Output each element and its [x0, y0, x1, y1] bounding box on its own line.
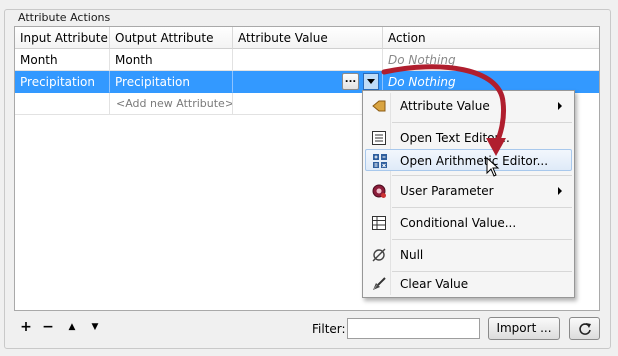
empty-cell	[15, 93, 110, 115]
menu-item-conditional-value[interactable]: Conditional Value...	[365, 212, 572, 234]
submenu-arrow-icon	[558, 187, 562, 195]
menu-item-clear-value[interactable]: Clear Value	[365, 273, 572, 295]
value-dropdown-button[interactable]	[363, 73, 379, 90]
add-row-button[interactable]: +	[17, 318, 35, 336]
menu-item-attribute-value[interactable]: Attribute Value	[365, 95, 572, 117]
empty-cell	[233, 93, 383, 115]
menu-separator	[392, 239, 572, 240]
output-attribute-cell[interactable]: Month	[110, 49, 233, 71]
filter-input[interactable]	[347, 318, 480, 339]
attribute-value-context-menu: Attribute Value Open Text Editor... Open…	[362, 90, 575, 298]
group-title: Attribute Actions	[15, 11, 114, 24]
refresh-button[interactable]	[569, 317, 600, 340]
value-ellipsis-button[interactable]: ...	[342, 73, 359, 90]
menu-item-label: Open Arithmetic Editor...	[400, 154, 549, 168]
remove-row-button[interactable]: −	[39, 318, 57, 336]
text-editor-icon	[372, 131, 386, 145]
submenu-arrow-icon	[558, 102, 562, 110]
attribute-value-icon	[372, 100, 386, 112]
header-output-attribute[interactable]: Output Attribute	[110, 27, 233, 49]
menu-item-label: Attribute Value	[400, 99, 490, 113]
mouse-cursor-icon	[486, 157, 500, 177]
move-down-button[interactable]: ▼	[86, 318, 104, 336]
filter-label: Filter:	[312, 322, 346, 336]
menu-item-label: Open Text Editor...	[400, 131, 510, 145]
clear-value-icon	[373, 277, 386, 290]
menu-item-user-parameter[interactable]: User Parameter	[365, 180, 572, 202]
attribute-value-cell[interactable]	[233, 71, 383, 93]
action-cell[interactable]: Do Nothing	[383, 49, 599, 71]
attribute-value-cell[interactable]	[233, 49, 383, 71]
conditional-value-icon	[372, 216, 386, 230]
add-new-attribute-cell[interactable]: <Add new Attribute>	[110, 93, 233, 115]
menu-item-null[interactable]: Null	[365, 244, 572, 266]
arithmetic-editor-icon	[373, 154, 387, 168]
header-attribute-value[interactable]: Attribute Value	[233, 27, 383, 49]
menu-item-label: Conditional Value...	[400, 216, 517, 230]
menu-item-label: Null	[400, 248, 424, 262]
output-attribute-cell[interactable]: Precipitation	[110, 71, 233, 93]
menu-separator	[392, 271, 572, 272]
input-attribute-cell[interactable]: Month	[15, 49, 110, 71]
menu-item-label: User Parameter	[400, 184, 494, 198]
table-row[interactable]: Month Month Do Nothing	[15, 49, 599, 71]
menu-separator	[392, 122, 572, 123]
header-action[interactable]: Action	[383, 27, 599, 49]
move-up-button[interactable]: ▲	[63, 318, 81, 336]
menu-separator	[392, 175, 572, 176]
refresh-icon	[578, 323, 591, 335]
menu-item-open-arithmetic-editor[interactable]: Open Arithmetic Editor...	[365, 149, 572, 171]
header-input-attribute[interactable]: Input Attribute	[15, 27, 110, 49]
input-attribute-cell[interactable]: Precipitation	[15, 71, 110, 93]
menu-separator	[392, 207, 572, 208]
user-parameter-icon	[372, 184, 386, 198]
import-button[interactable]: Import ...	[488, 317, 560, 340]
null-icon	[372, 248, 386, 262]
menu-item-label: Clear Value	[400, 277, 469, 291]
menu-item-open-text-editor[interactable]: Open Text Editor...	[365, 127, 572, 149]
